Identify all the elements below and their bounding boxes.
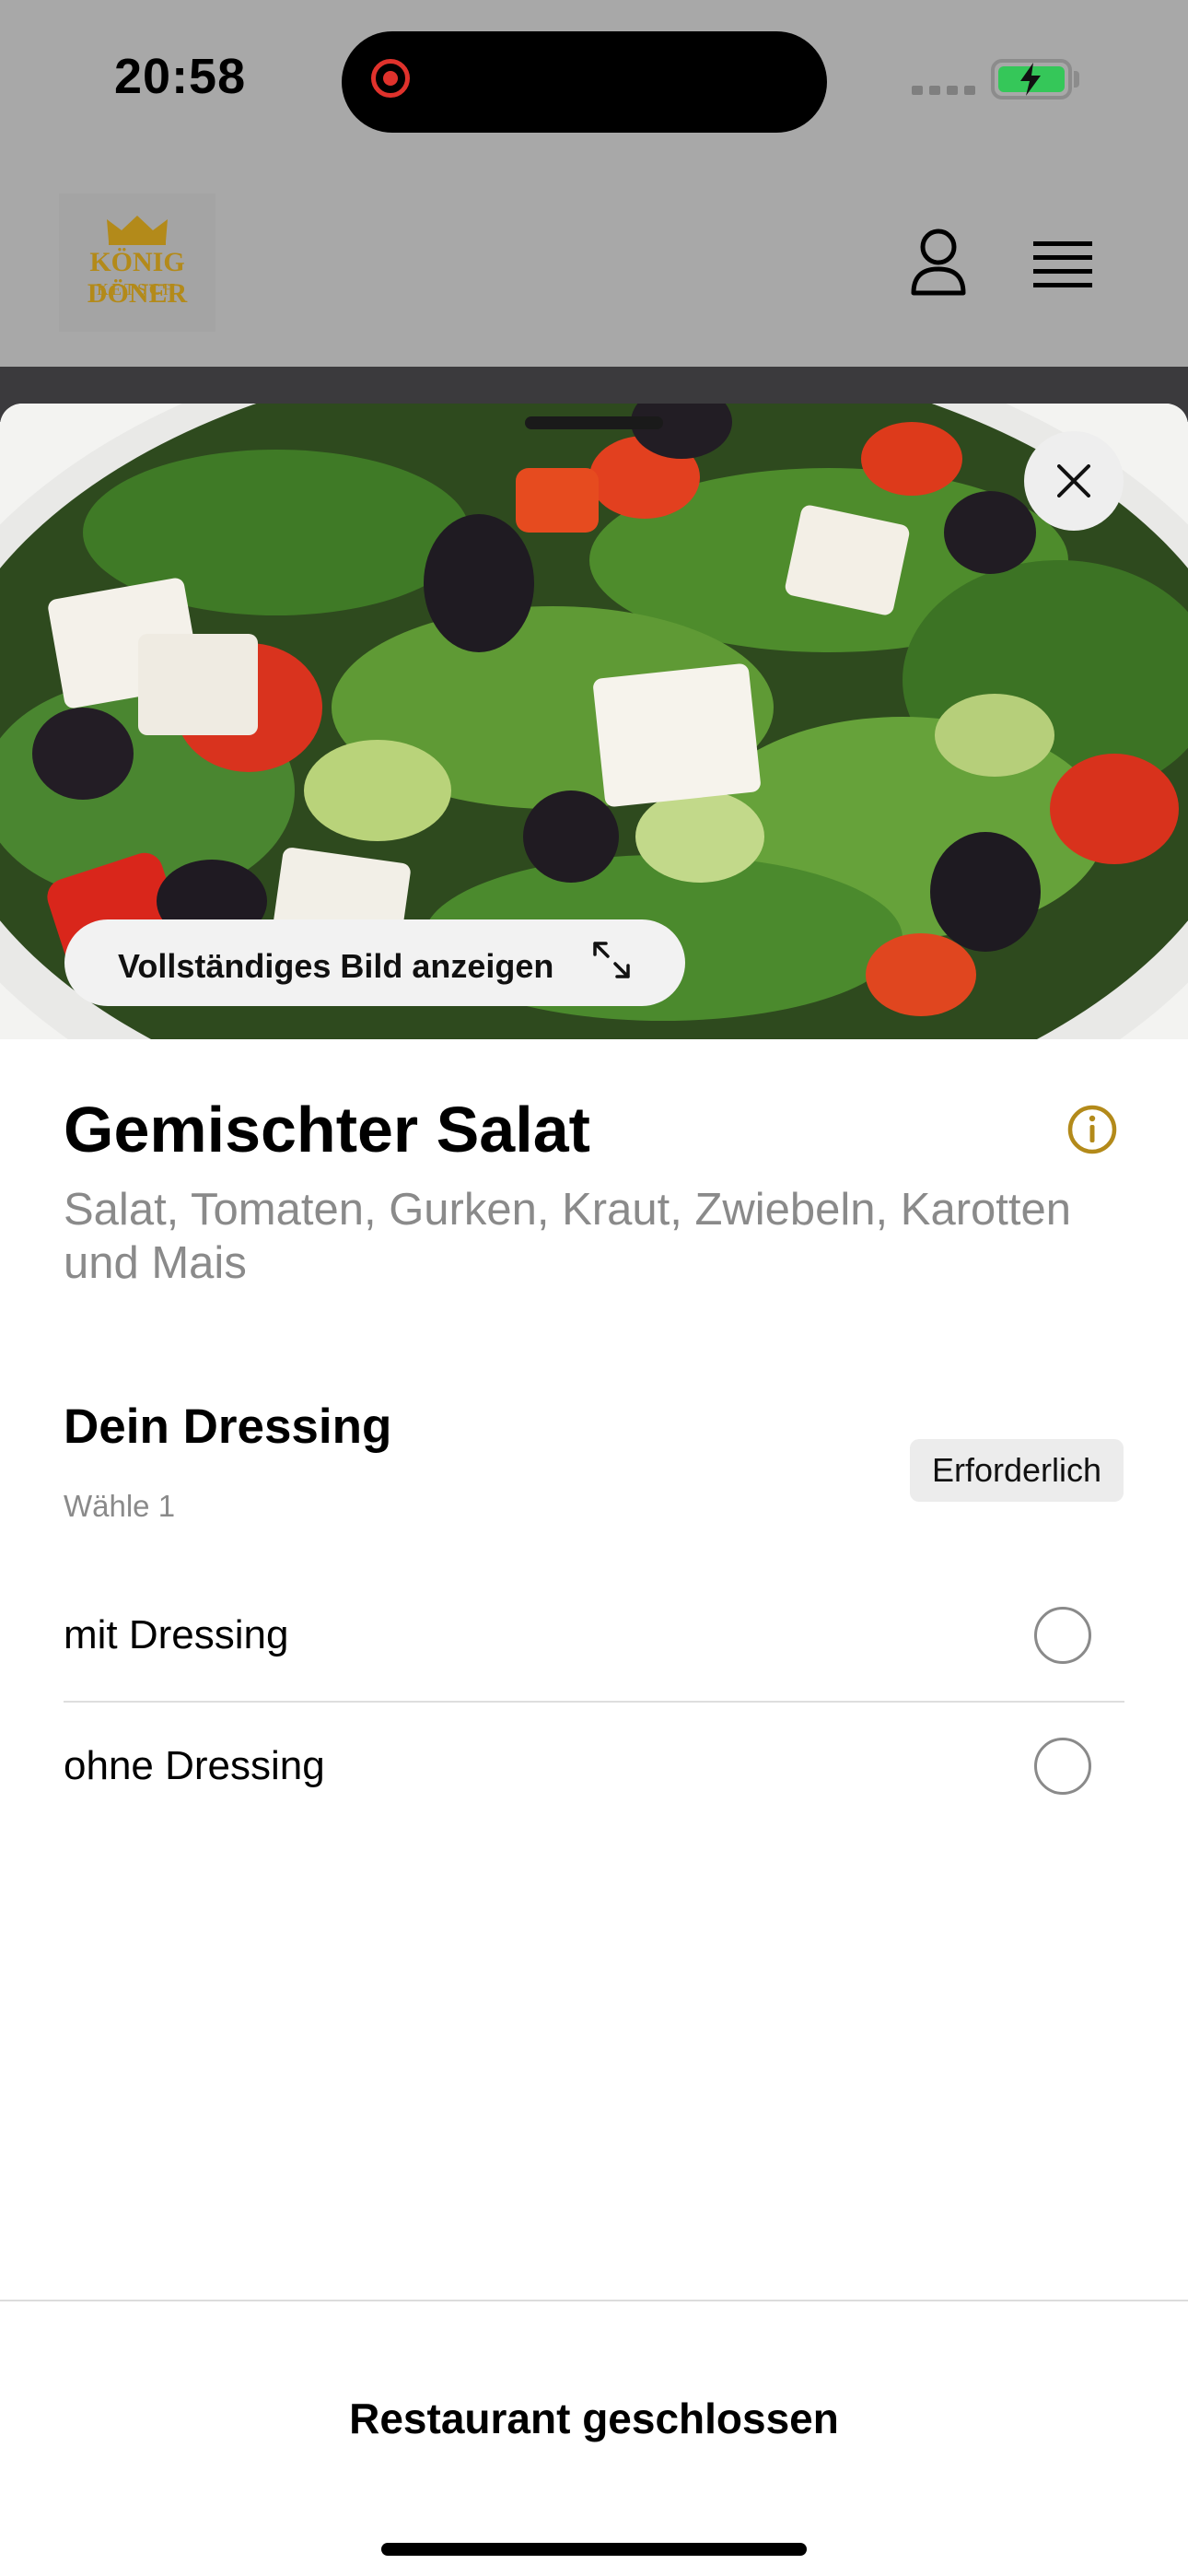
- restaurant-logo[interactable]: KÖNIG DÖNER KETSCH: [59, 193, 215, 332]
- option-label: ohne Dressing: [64, 1743, 325, 1788]
- close-button[interactable]: [1024, 431, 1124, 531]
- product-title: Gemischter Salat: [64, 1094, 590, 1165]
- show-full-image-button[interactable]: Vollständiges Bild anzeigen: [64, 919, 685, 1006]
- option-group-title: Dein Dressing: [64, 1399, 392, 1454]
- expand-icon: [593, 942, 630, 978]
- crown-icon: [107, 216, 168, 245]
- product-image[interactable]: Vollständiges Bild anzeigen: [0, 404, 1188, 1039]
- info-icon[interactable]: [1066, 1104, 1118, 1155]
- restaurant-closed-button[interactable]: Restaurant geschlossen: [0, 2394, 1188, 2443]
- logo-title: KÖNIG DÖNER: [87, 247, 188, 309]
- screen-recording-icon: [371, 59, 410, 98]
- home-indicator: [381, 2543, 807, 2556]
- cellular-signal-icon: [912, 86, 975, 95]
- option-without-dressing[interactable]: ohne Dressing: [64, 1703, 1124, 1832]
- charging-bolt-icon: [1020, 63, 1041, 96]
- close-icon: [1057, 464, 1090, 498]
- sheet-grabber[interactable]: [525, 416, 663, 429]
- logo-subtitle: KETSCH: [96, 280, 178, 299]
- option-label: mit Dressing: [64, 1612, 289, 1657]
- dynamic-island: [342, 31, 827, 133]
- option-group-subtitle: Wähle 1: [64, 1489, 176, 1523]
- option-with-dressing[interactable]: mit Dressing: [64, 1572, 1124, 1701]
- required-badge: Erforderlich: [910, 1439, 1124, 1502]
- status-time: 20:58: [114, 49, 247, 104]
- battery-tip: [1074, 71, 1079, 88]
- person-icon[interactable]: [910, 228, 967, 297]
- battery-icon: [991, 59, 1072, 100]
- radio-button[interactable]: [1034, 1607, 1091, 1664]
- hamburger-menu-icon[interactable]: [1033, 241, 1092, 287]
- radio-button[interactable]: [1034, 1738, 1091, 1795]
- footer-divider: [0, 2300, 1188, 2301]
- show-full-image-label: Vollständiges Bild anzeigen: [118, 947, 554, 985]
- product-description: Salat, Tomaten, Gurken, Kraut, Zwiebeln,…: [64, 1185, 1072, 1288]
- product-detail-sheet: Vollständiges Bild anzeigen Gemischter S…: [0, 404, 1188, 2576]
